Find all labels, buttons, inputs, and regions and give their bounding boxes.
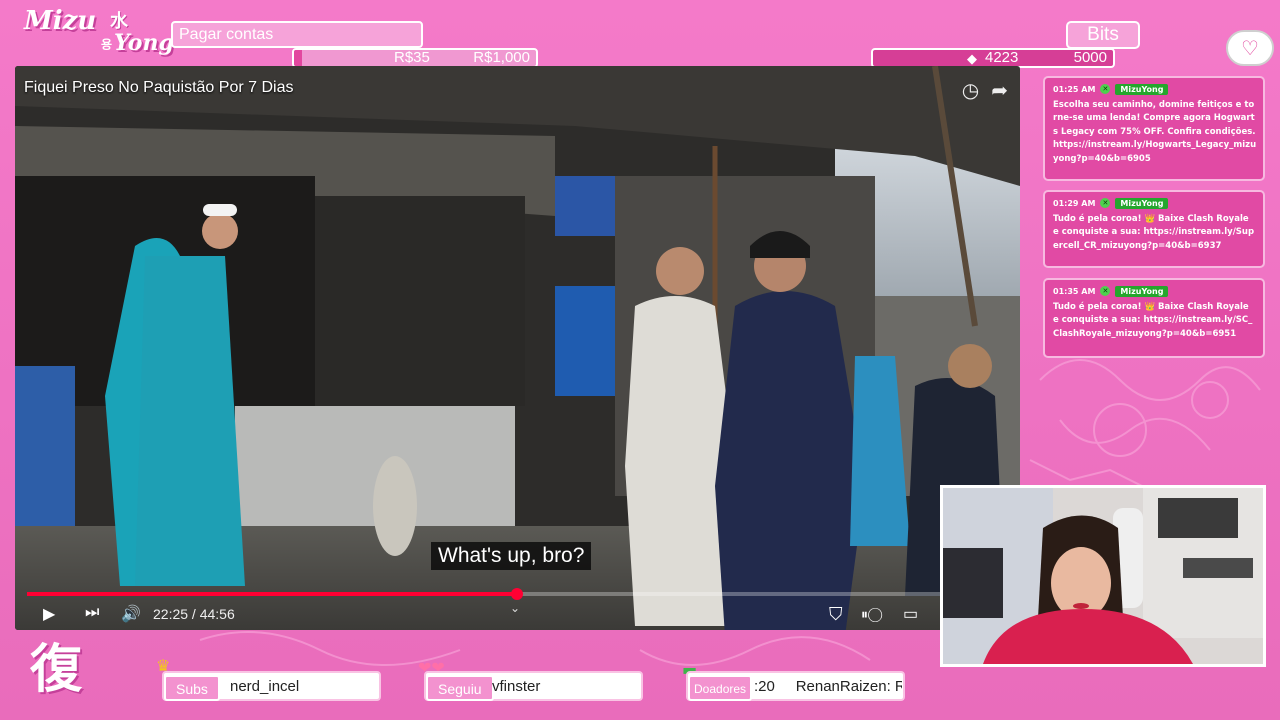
bits-goal-title: Bits <box>1066 21 1140 49</box>
donation-goal-current: R$35 <box>394 49 430 66</box>
video-progress-bar[interactable] <box>27 588 1008 600</box>
video-time: 22:25 / 44:56 <box>153 606 235 622</box>
donors-value: :20 RenanRaizen: R <box>754 678 902 695</box>
mod-badge-icon: ✕ <box>1100 286 1111 296</box>
share-arrow-icon[interactable]: ➦ <box>991 78 1008 102</box>
bits-goal-target: 5000 <box>1073 49 1107 66</box>
heart-bubble-icon: ♡ <box>1226 30 1274 66</box>
logo-hangul: 용 <box>99 38 113 50</box>
volume-icon[interactable]: 🔊 <box>121 604 141 624</box>
subs-label: Subs <box>164 675 220 701</box>
video-progress-played <box>27 592 517 596</box>
stream-kanji-logo: 復 <box>29 640 82 700</box>
chat-message-time: 01:29 AM <box>1053 198 1096 208</box>
webcam-feed <box>940 485 1266 667</box>
chat-panel: 01:25 AM ✕ MizuYong Escolha seu caminho,… <box>1043 72 1265 360</box>
bits-goal-current: 4223 <box>985 49 1019 66</box>
chat-message-user: MizuYong <box>1115 83 1169 95</box>
channel-logo: Mizu 水 용 Yong <box>22 4 174 62</box>
logo-main-text: Mizu <box>24 6 97 36</box>
donors-label: Doadores <box>688 675 753 701</box>
donors-box: Doadores :20 RenanRaizen: R <box>686 671 905 701</box>
mod-badge-icon: ✕ <box>1100 198 1111 208</box>
bits-gem-icon: ◆ <box>967 51 977 66</box>
logo-sub-text: Yong <box>114 30 174 56</box>
webcam-image <box>943 488 1263 664</box>
subs-value: nerd_incel <box>230 678 300 695</box>
shield-play-icon[interactable]: ⛉ <box>829 604 843 625</box>
watch-later-clock-icon[interactable]: ◷ <box>962 78 979 102</box>
next-track-icon[interactable]: ⏭ <box>85 604 99 622</box>
video-controls: ▶ ⏭ 🔊 22:25 / 44:56 ⛉ ⏸◯ ▭ <box>15 600 1020 630</box>
chat-message-text: Escolha seu caminho, domine feitiços e t… <box>1053 100 1257 164</box>
autoplay-toggle[interactable]: ⏸◯ <box>861 606 882 623</box>
donation-goal-fill <box>294 50 303 66</box>
chat-message-user: MizuYong <box>1115 197 1169 209</box>
video-title: Fiquei Preso No Paquistão Por 7 Dias <box>24 79 294 96</box>
chat-message: 01:29 AM ✕ MizuYong Tudo é pela coroa! 👑… <box>1043 190 1265 268</box>
chat-message-user: MizuYong <box>1115 285 1169 297</box>
video-subtitle: What's up, bro? <box>431 542 592 570</box>
chat-message: 01:35 AM ✕ MizuYong Tudo é pela coroa! 👑… <box>1043 278 1265 358</box>
chat-message-time: 01:35 AM <box>1053 286 1096 296</box>
follow-value: vfinster <box>492 678 541 695</box>
play-icon[interactable]: ▶ <box>43 604 55 624</box>
captions-icon[interactable]: ▭ <box>903 604 918 624</box>
follow-label: Seguiu <box>426 675 494 701</box>
follow-box: Seguiu vfinster <box>424 671 643 701</box>
subs-box: Subs nerd_incel <box>162 671 381 701</box>
donation-goal-target: R$1,000 <box>473 49 530 66</box>
chat-message: 01:25 AM ✕ MizuYong Escolha seu caminho,… <box>1043 76 1265 181</box>
bits-goal-bar: ◆ 4223 5000 <box>871 48 1115 68</box>
chat-message-text: Tudo é pela coroa! 👑 Baixe Clash Royale … <box>1053 214 1255 251</box>
video-scrubber-handle[interactable] <box>510 588 523 600</box>
chat-message-time: 01:25 AM <box>1053 84 1096 94</box>
video-player[interactable]: Fiquei Preso No Paquistão Por 7 Dias ◷ ➦… <box>15 66 1020 630</box>
donation-goal-bar: R$35 R$1,000 <box>292 48 538 68</box>
donation-goal-title: Pagar contas <box>171 21 423 48</box>
chat-message-text: Tudo é pela coroa! 👑 Baixe Clash Royale … <box>1053 302 1253 339</box>
mod-badge-icon: ✕ <box>1100 84 1111 94</box>
